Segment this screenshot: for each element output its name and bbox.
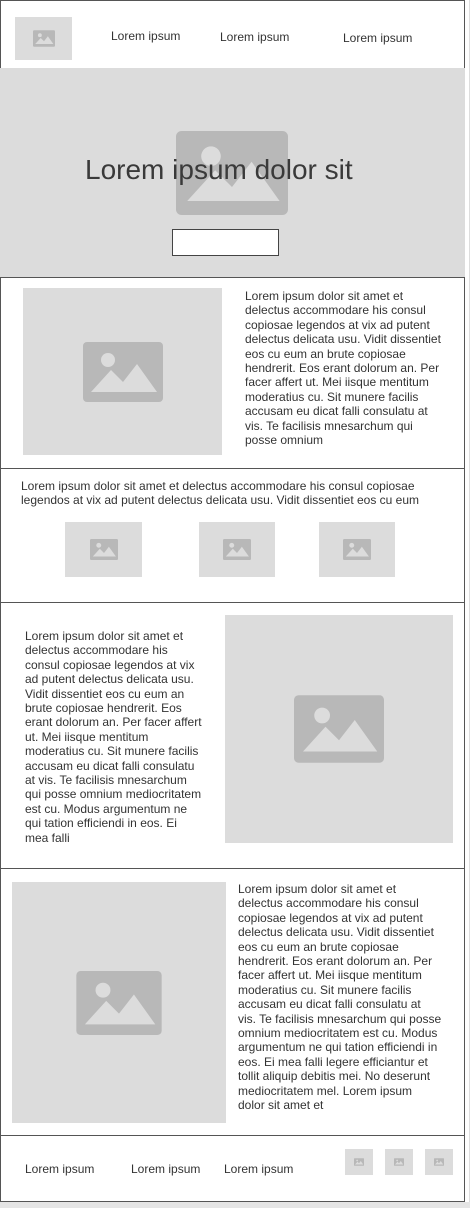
- gallery-image-3: [319, 522, 395, 577]
- section4-image: [12, 882, 226, 1123]
- section3-image: [225, 615, 453, 843]
- divider: [0, 277, 465, 278]
- footer-link-1[interactable]: Lorem ipsum: [25, 1162, 94, 1176]
- section2-text: Lorem ipsum dolor sit amet et delectus a…: [21, 479, 420, 508]
- image-icon: [90, 539, 118, 560]
- footer-link-3[interactable]: Lorem ipsum: [224, 1162, 293, 1176]
- divider: [0, 868, 465, 869]
- image-icon: [343, 539, 371, 560]
- image-icon: [33, 30, 55, 47]
- section1-text: Lorem ipsum dolor sit amet et delectus a…: [245, 289, 441, 448]
- image-icon: [394, 1158, 404, 1166]
- section3-text: Lorem ipsum dolor sit amet et delectus a…: [25, 629, 202, 845]
- image-icon: [223, 539, 251, 560]
- social-icon-2[interactable]: [385, 1149, 413, 1175]
- image-icon: [294, 695, 384, 763]
- footer-link-2[interactable]: Lorem ipsum: [131, 1162, 200, 1176]
- section1-image: [23, 288, 222, 455]
- nav-item-1[interactable]: Lorem ipsum: [111, 29, 180, 43]
- logo[interactable]: [15, 17, 72, 60]
- social-icon-1[interactable]: [345, 1149, 373, 1175]
- nav-item-3[interactable]: Lorem ipsum: [343, 31, 412, 45]
- nav-item-2[interactable]: Lorem ipsum: [220, 30, 289, 44]
- section4-text: Lorem ipsum dolor sit amet et delectus a…: [238, 882, 442, 1113]
- gallery-image-2: [199, 522, 275, 577]
- image-icon: [76, 971, 162, 1035]
- image-icon: [434, 1158, 444, 1166]
- divider: [0, 468, 465, 469]
- social-icon-3[interactable]: [425, 1149, 453, 1175]
- bottom-gutter: [0, 1202, 470, 1208]
- hero-title: Lorem ipsum dolor sit: [85, 154, 353, 185]
- image-icon: [354, 1158, 364, 1166]
- gallery-image-1: [65, 522, 142, 577]
- image-icon: [83, 342, 163, 402]
- divider: [0, 1135, 465, 1136]
- divider: [0, 602, 465, 603]
- hero-button[interactable]: [172, 229, 279, 256]
